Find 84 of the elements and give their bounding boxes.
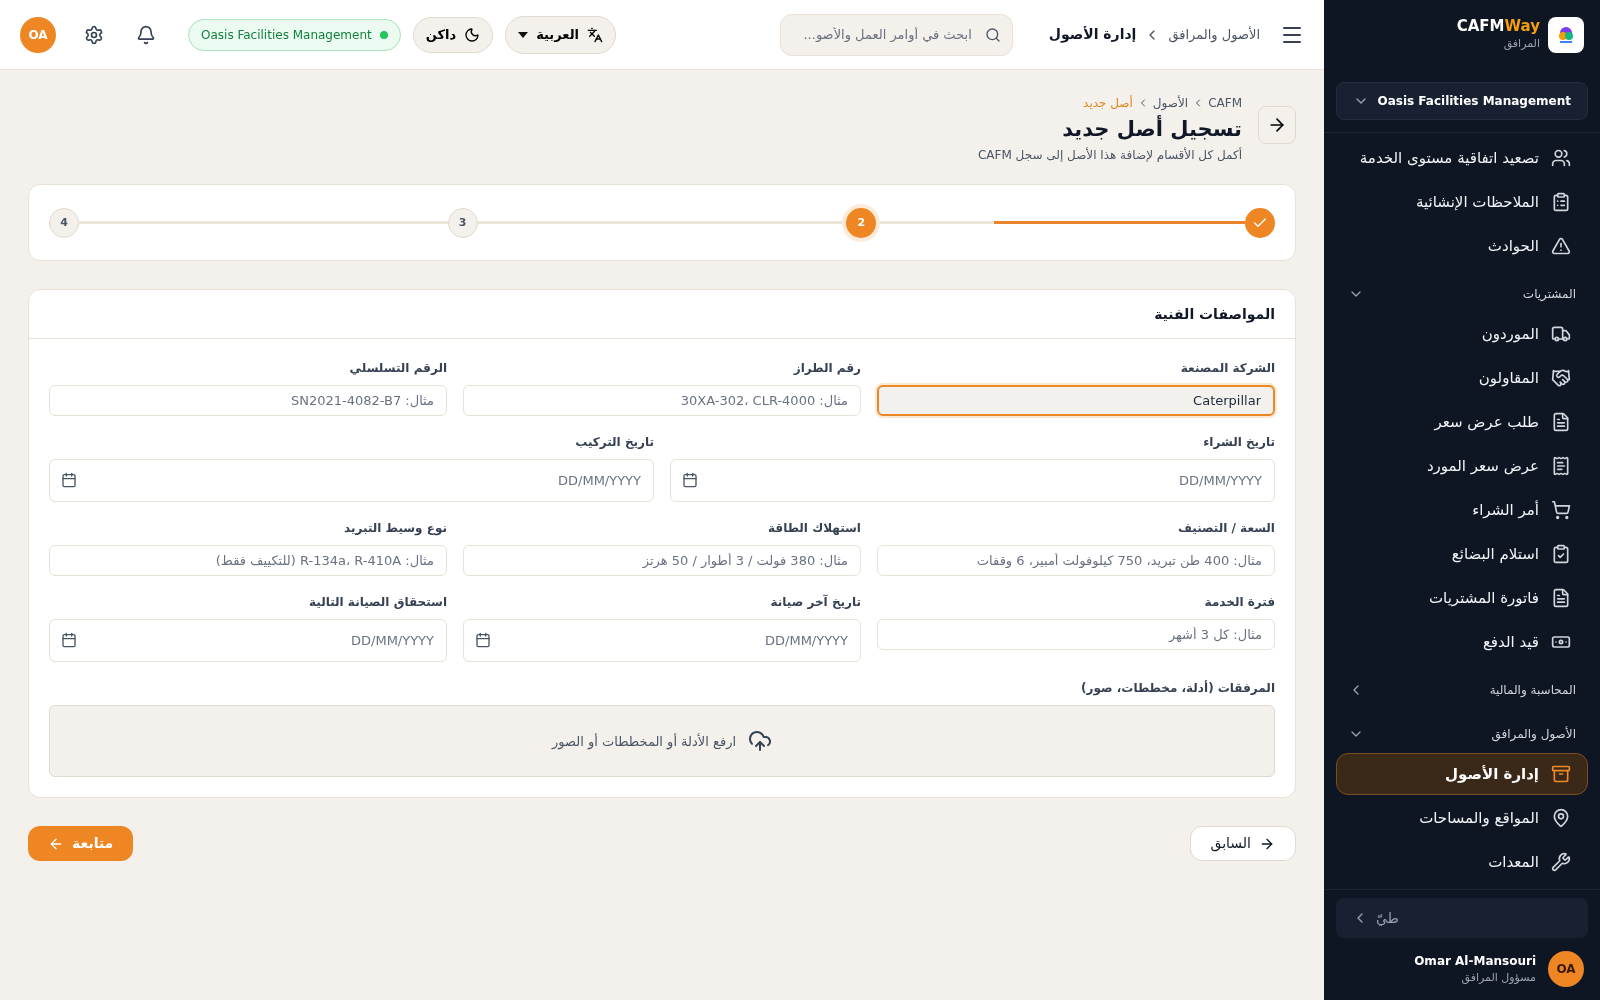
page-subtitle: أكمل كل الأقسام لإضافة هذا الأصل إلى سجل CAFM xyxy=(977,146,1242,165)
input-field[interactable]: مثال: R-134a، R-410A (للتكييف فقط) xyxy=(49,545,447,577)
sidebar-item[interactable]: طلب عرض سعر xyxy=(1336,401,1588,443)
clipboard-check-icon xyxy=(1551,544,1571,564)
sidebar-item[interactable]: المواقع والمساحات xyxy=(1336,797,1588,839)
archive-icon xyxy=(1551,764,1571,784)
users-icon xyxy=(1551,148,1571,168)
sidebar-item[interactable]: استلام البضائع xyxy=(1336,533,1588,575)
field-label: تاريخ الشراء xyxy=(1202,434,1275,452)
organization-select[interactable]: Oasis Facilities Management xyxy=(1336,82,1588,120)
upload-area[interactable]: ارفع الأدلة أو المخططات أو الصور xyxy=(49,705,1275,778)
caret-icon xyxy=(518,31,529,38)
upload-hint: ارفع الأدلة أو المخططات أو الصور xyxy=(551,732,737,751)
sidebar-item[interactable]: المقاولون xyxy=(1336,357,1588,399)
sidebar-item[interactable]: فاتورة المشتريات xyxy=(1336,577,1588,619)
field-label: السعة / التصنيف xyxy=(1176,520,1275,538)
field-label: نوع وسيط التبريد xyxy=(343,520,447,538)
breadcrumb-link[interactable]: الأصول xyxy=(1152,94,1189,112)
input-field[interactable]: مثال: 30XA-302، CLR-4000 xyxy=(463,385,861,417)
theme-button[interactable]: داكن xyxy=(412,16,494,53)
sidebar-item[interactable]: عرض سعر المورد xyxy=(1336,445,1588,487)
moon-icon xyxy=(464,26,481,43)
brand-name: CAFMWay xyxy=(1456,17,1540,37)
wrench-icon xyxy=(1551,852,1571,872)
sidebar-item[interactable]: المعدات xyxy=(1336,841,1588,883)
sidebar-section[interactable]: المشتريات xyxy=(1336,269,1588,311)
sidebar-section[interactable]: الأصول والمرافق xyxy=(1336,709,1588,751)
field-label: رقم الطراز xyxy=(792,360,861,378)
field-label: استحقاق الصيانة التالية xyxy=(307,594,447,612)
warning-icon xyxy=(1551,236,1571,256)
field-label: استهلاك الطاقة xyxy=(767,520,861,538)
breadcrumb-link[interactable]: CAFM xyxy=(1208,94,1242,112)
field-label: فترة الخدمة xyxy=(1203,594,1275,612)
bell-icon[interactable] xyxy=(136,24,156,45)
user-name: Omar Al-Mansouri xyxy=(1414,952,1536,970)
logo-icon xyxy=(1548,17,1584,53)
user-role: مسؤول المرافق xyxy=(1460,969,1536,986)
document-icon xyxy=(1551,588,1571,608)
map-pin-icon xyxy=(1551,808,1571,828)
sidebar-item[interactable]: الموردون xyxy=(1336,313,1588,355)
receipt-icon xyxy=(1551,456,1571,476)
document-icon xyxy=(1551,412,1571,432)
field-label: تاريخ التركيب xyxy=(574,434,654,452)
user-avatar: OA xyxy=(1548,951,1584,987)
sidebar-item[interactable]: قيد الدفع xyxy=(1336,621,1588,663)
date-field[interactable]: DD/MM/YYYY xyxy=(463,619,861,663)
sidebar-item[interactable]: إدارة الأصول xyxy=(1336,753,1588,795)
page-title: تسجيل أصل جديد xyxy=(1061,116,1242,143)
clipboard-icon xyxy=(1551,192,1571,212)
breadcrumb-current: إدارة الأصول xyxy=(1048,25,1137,45)
calendar-icon xyxy=(682,472,698,489)
field-label: المرفقات (أدلة، مخططات، صور) xyxy=(1080,679,1275,698)
date-field[interactable]: DD/MM/YYYY xyxy=(670,459,1275,503)
field-label: الشركة المصنعة xyxy=(1179,360,1275,378)
date-field[interactable]: DD/MM/YYYY xyxy=(49,619,447,663)
settings-icon[interactable] xyxy=(84,24,104,45)
date-field[interactable]: DD/MM/YYYY xyxy=(49,459,654,503)
search-icon xyxy=(984,26,1001,43)
input-field[interactable]: مثال: SN2021-4082-B7 xyxy=(49,385,447,417)
collapse-button[interactable]: طيّ xyxy=(1336,898,1588,938)
sidebar-item[interactable]: أمر الشراء xyxy=(1336,489,1588,531)
translate-icon xyxy=(587,26,603,43)
truck-icon xyxy=(1551,324,1571,344)
sidebar-item[interactable]: الملاحظات الإنشائية xyxy=(1336,181,1588,223)
field-label: الرقم التسلسلي xyxy=(348,360,447,378)
calendar-icon xyxy=(475,632,491,649)
field-label: تاريخ آخر صيانة xyxy=(769,593,861,612)
breadcrumb-current: أصل جديد xyxy=(1083,94,1133,112)
organization-badge: Oasis Facilities Management xyxy=(188,18,401,51)
brand-subtitle: المرافق xyxy=(1502,36,1540,53)
cart-icon xyxy=(1551,500,1571,520)
cloud-upload-icon xyxy=(748,729,773,754)
handshake-icon xyxy=(1551,368,1571,388)
previous-button[interactable]: السابق xyxy=(1189,826,1296,862)
back-button[interactable] xyxy=(1258,106,1296,144)
sidebar-item[interactable]: تصعيد اتفاقية مستوى الخدمة xyxy=(1336,137,1588,179)
calendar-icon xyxy=(61,632,77,649)
sidebar-section[interactable]: المحاسبة والمالية xyxy=(1336,665,1588,707)
input-field[interactable]: Caterpillar xyxy=(877,385,1275,417)
language-button[interactable]: العربية xyxy=(505,15,616,54)
section-title: المواصفات الفنية xyxy=(29,290,1295,340)
sidebar-item[interactable]: الحوادث xyxy=(1336,225,1588,267)
breadcrumb-link[interactable]: الأصول والمرافق xyxy=(1168,24,1260,45)
calendar-icon xyxy=(61,472,77,489)
